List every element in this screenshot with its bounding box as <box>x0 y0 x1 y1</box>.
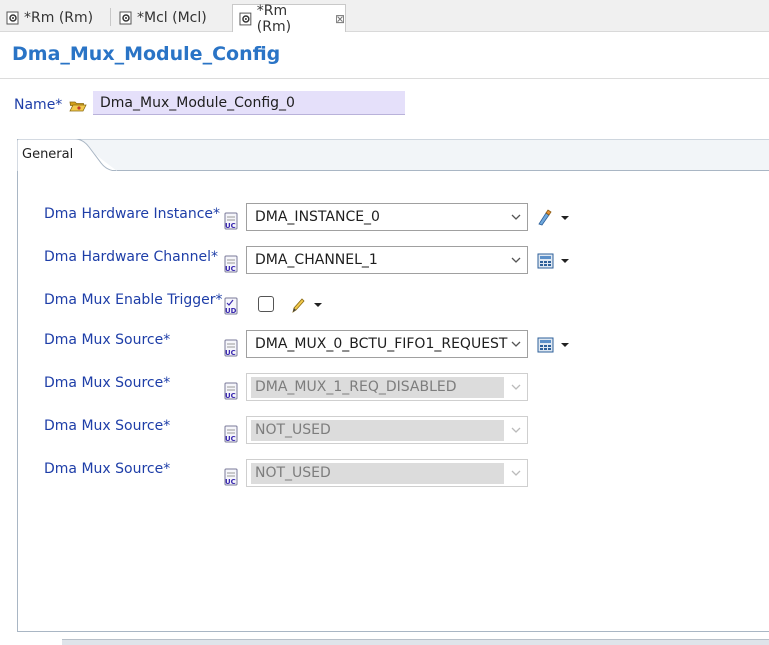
general-section-panel <box>17 170 769 632</box>
config-file-icon <box>239 12 252 25</box>
tab-separator <box>110 8 111 26</box>
name-field[interactable] <box>93 91 405 115</box>
dma-mux-source-select-disabled: NOT_USED <box>246 459 528 487</box>
selected-value: NOT_USED <box>255 422 331 438</box>
tab-label: *Rm (Rm) <box>24 9 94 26</box>
dma-mux-source-select[interactable]: DMA_MUX_0_BCTU_FIFO1_REQUEST <box>246 330 528 358</box>
close-icon[interactable]: ⊠ <box>335 12 345 26</box>
svg-text:UC: UC <box>225 349 236 357</box>
folder-open-icon <box>69 101 87 112</box>
svg-text:UC: UC <box>225 392 236 400</box>
svg-text:UC: UC <box>225 435 236 443</box>
enum-param-icon: UC <box>224 382 238 400</box>
enum-param-icon: UC <box>224 255 238 273</box>
selected-value: DMA_MUX_1_REQ_DISABLED <box>255 379 457 395</box>
tab-rm-active[interactable]: *Rm (Rm) ⊠ <box>232 2 346 35</box>
selected-value: DMA_CHANNEL_1 <box>255 252 378 268</box>
enum-param-icon: UC <box>224 468 238 486</box>
tab-label: *Mcl (Mcl) <box>137 9 207 26</box>
dma-hardware-instance-label: Dma Hardware Instance* <box>44 206 221 222</box>
enum-param-icon: UC <box>224 212 238 230</box>
brush-edit-icon[interactable] <box>537 209 571 227</box>
dma-mux-source-label: Dma Mux Source* <box>44 461 171 477</box>
config-file-icon <box>6 11 19 24</box>
chevron-down-icon <box>511 214 521 220</box>
section-tab-bar: General <box>17 139 769 171</box>
dma-hardware-channel-select[interactable]: DMA_CHANNEL_1 <box>246 246 528 274</box>
divider <box>0 78 769 79</box>
dma-mux-source-select-disabled: NOT_USED <box>246 416 528 444</box>
chevron-down-icon <box>511 470 521 476</box>
dma-mux-source-label: Dma Mux Source* <box>44 418 171 434</box>
dma-mux-source-label: Dma Mux Source* <box>44 375 171 391</box>
tab-mcl[interactable]: *Mcl (Mcl) <box>113 4 231 31</box>
horizontal-scrollbar[interactable] <box>62 639 769 645</box>
enum-param-icon: UC <box>224 339 238 357</box>
calculator-icon[interactable] <box>537 336 571 354</box>
chevron-down-icon <box>511 427 521 433</box>
enum-param-icon: UC <box>224 425 238 443</box>
dma-mux-source-select-disabled: DMA_MUX_1_REQ_DISABLED <box>246 373 528 401</box>
svg-text:UD: UD <box>225 307 237 315</box>
name-label: Name* <box>14 97 63 113</box>
tab-label: *Rm (Rm) <box>256 2 292 35</box>
dma-mux-enable-trigger-checkbox[interactable] <box>258 296 274 312</box>
tab-rm-1[interactable]: *Rm (Rm) <box>0 4 112 31</box>
selected-value: DMA_INSTANCE_0 <box>255 209 380 225</box>
chevron-down-icon <box>511 341 521 347</box>
svg-text:UC: UC <box>225 478 236 486</box>
svg-text:UC: UC <box>225 265 236 273</box>
editor-tab-bar: *Rm (Rm) *Mcl (Mcl) *Rm (Rm) ⊠ <box>0 0 769 35</box>
section-tab-outline <box>17 139 769 171</box>
calculator-icon[interactable] <box>537 252 571 270</box>
chevron-down-icon <box>511 257 521 263</box>
pencil-icon[interactable] <box>290 296 324 314</box>
svg-text:UC: UC <box>225 222 236 230</box>
selected-value: DMA_MUX_0_BCTU_FIFO1_REQUEST <box>255 336 508 352</box>
config-file-icon <box>119 11 132 24</box>
dma-mux-enable-trigger-label: Dma Mux Enable Trigger* <box>44 292 223 308</box>
boolean-param-icon: UD <box>224 297 238 315</box>
selected-value: NOT_USED <box>255 465 331 481</box>
dma-mux-source-label: Dma Mux Source* <box>44 332 171 348</box>
chevron-down-icon <box>511 384 521 390</box>
dma-hardware-channel-label: Dma Hardware Channel* <box>44 249 218 265</box>
dma-hardware-instance-select[interactable]: DMA_INSTANCE_0 <box>246 203 528 231</box>
tab-general[interactable]: General <box>22 147 73 162</box>
page-title: Dma_Mux_Module_Config <box>12 43 281 65</box>
